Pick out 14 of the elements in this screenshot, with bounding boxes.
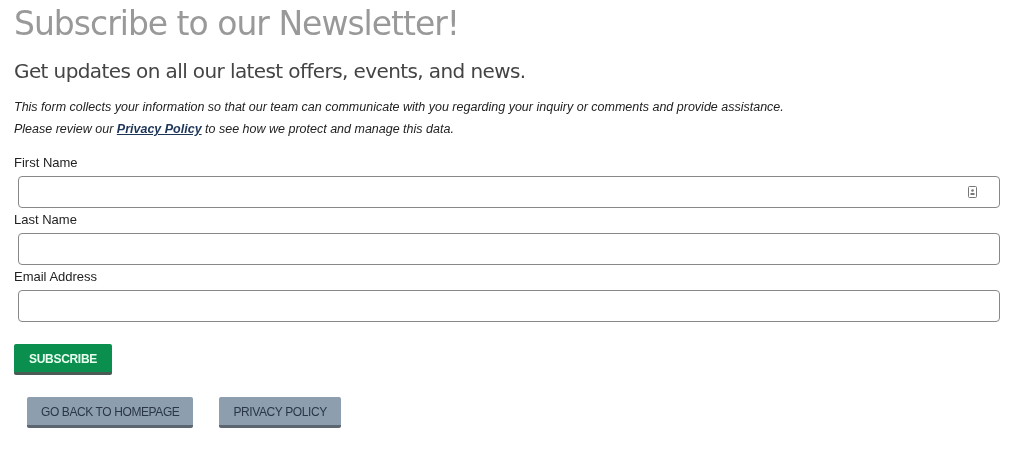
intro-paragraph: This form collects your information so that our team can communicate with you regarding your inquiry or comments and provide assistance. Please review our Privacy Policy to see how we protect and manage this data. <box>14 99 785 138</box>
input-field[interactable] <box>18 176 1000 208</box>
input-field[interactable] <box>18 290 1000 322</box>
subscribe-button[interactable]: SUBSCRIBE <box>14 344 112 375</box>
field-label: Email Address <box>14 268 99 286</box>
privacy-policy-link[interactable]: Privacy Policy <box>116 122 202 136</box>
field-label: First Name <box>14 154 79 172</box>
subtitle: Get updates on all our latest offers, events, and news. <box>14 58 527 84</box>
page-title: Subscribe to our Newsletter! <box>14 4 461 44</box>
nav-button[interactable]: GO BACK TO HOMEPAGE <box>27 397 194 428</box>
input-field[interactable] <box>18 233 1000 265</box>
contact-card-icon[interactable] <box>968 186 977 198</box>
field-label: Last Name <box>14 211 78 229</box>
nav-button[interactable]: PRIVACY POLICY <box>219 397 341 428</box>
